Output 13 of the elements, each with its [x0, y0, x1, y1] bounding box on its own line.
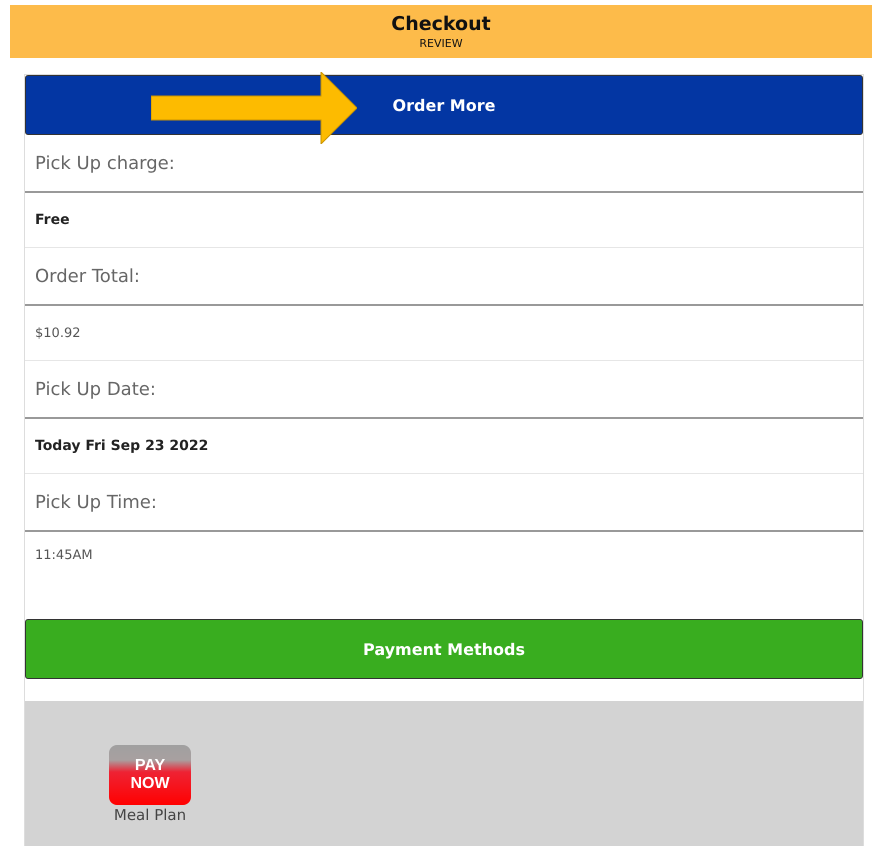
pay-now-button[interactable]: PAY NOW — [109, 745, 191, 805]
field-label: Pick Up Date: — [35, 378, 156, 400]
page-subtitle: REVIEW — [419, 37, 463, 50]
page-title: Checkout — [391, 13, 491, 35]
field-label: Order Total: — [35, 266, 140, 286]
payment-methods-button[interactable]: Payment Methods — [25, 619, 863, 679]
field-value: 11:45AM — [35, 548, 93, 563]
payment-caption: Meal Plan — [114, 806, 186, 824]
field-label: Pick Up Time: — [35, 492, 157, 512]
field-value: Free — [35, 212, 70, 228]
field-label: Pick Up charge: — [35, 152, 175, 174]
field-value: $10.92 — [35, 326, 80, 340]
field-value: Today Fri Sep 23 2022 — [35, 438, 208, 454]
